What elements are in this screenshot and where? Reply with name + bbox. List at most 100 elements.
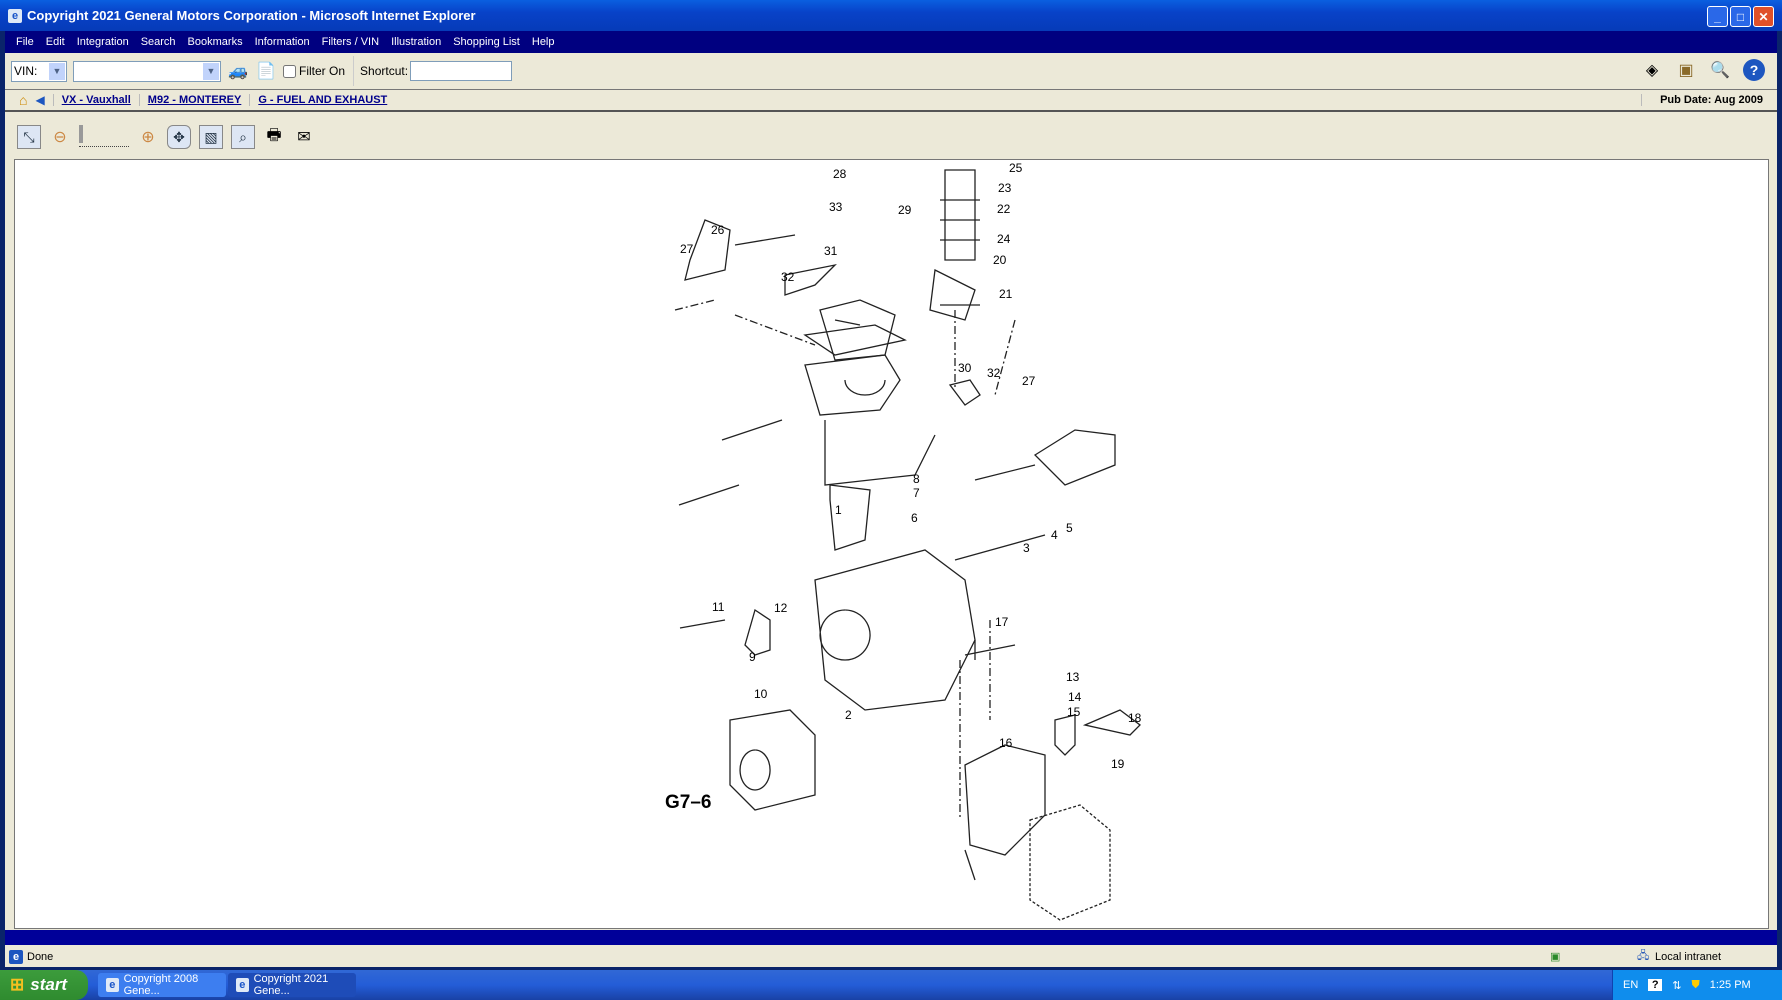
search-book-icon[interactable]: 🔍 — [1709, 59, 1731, 81]
menu-help[interactable]: Help — [532, 36, 555, 48]
menu-shopping-list[interactable]: Shopping List — [453, 36, 520, 48]
email-icon[interactable]: ✉ — [293, 126, 315, 148]
callout-4[interactable]: 4 — [1051, 528, 1058, 542]
callout-2[interactable]: 2 — [845, 708, 852, 722]
vehicle-icon[interactable]: 🚙 — [227, 60, 249, 82]
pan-icon[interactable]: ✥ — [167, 125, 191, 149]
callout-29[interactable]: 29 — [898, 203, 912, 217]
callout-27[interactable]: 27 — [680, 242, 694, 256]
callout-20[interactable]: 20 — [993, 253, 1007, 267]
callout-7[interactable]: 7 — [913, 486, 920, 500]
callout-15[interactable]: 15 — [1067, 705, 1081, 719]
illustration-view[interactable]: 28 25 23 22 24 33 29 26 27 31 32 20 21 30 32 27 8 7 6 1 3 4 5 1… — [14, 159, 1769, 929]
maximize-button[interactable]: □ — [1730, 6, 1751, 27]
clock: 1:25 PM — [1709, 979, 1751, 991]
vin-input[interactable]: ▼ — [73, 60, 221, 82]
title-bar: e Copyright 2021 General Motors Corporat… — [0, 0, 1782, 31]
diagram-parts — [674, 169, 1141, 921]
start-label: start — [30, 975, 68, 994]
document-icon[interactable]: 📄 — [255, 60, 277, 82]
callout-11[interactable]: 11 — [712, 600, 725, 614]
back-icon[interactable]: ◀ — [35, 93, 44, 107]
callout-27[interactable]: 27 — [1022, 374, 1036, 388]
callout-32[interactable]: 32 — [781, 270, 795, 284]
shortcut-label: Shortcut: — [360, 64, 409, 78]
breadcrumb-monterey[interactable]: M92 - MONTEREY — [138, 94, 241, 106]
shortcut-input[interactable] — [410, 61, 513, 81]
callout-17[interactable]: 17 — [995, 615, 1009, 629]
window-title: Copyright 2021 General Motors Corporatio… — [27, 8, 476, 23]
callout-16[interactable]: 16 — [999, 736, 1013, 750]
zoom-slider[interactable] — [79, 125, 129, 147]
zoom-area-icon[interactable]: ⌕ — [231, 125, 255, 149]
catalog-icon[interactable]: ◈ — [1641, 59, 1663, 81]
callout-10[interactable]: 10 — [754, 687, 768, 701]
network-icon[interactable]: ⇅ — [1672, 979, 1681, 992]
menu-integration[interactable]: Integration — [77, 36, 129, 48]
callout-21[interactable]: 21 — [999, 287, 1013, 301]
callout-31[interactable]: 31 — [824, 244, 838, 258]
print-icon[interactable]: 🖶 — [263, 126, 285, 148]
pub-date: Pub Date: Aug 2009 — [1641, 94, 1763, 106]
taskbar: ⊞ start e Copyright 2008 Gene... e Copyrigh… — [0, 970, 1782, 1000]
ie-page-icon: e — [9, 949, 23, 964]
breadcrumb: ⌂ ◀ VX - Vauxhall M92 - MONTEREY G - FUE… — [5, 90, 1777, 112]
callout-3[interactable]: 3 — [1023, 541, 1030, 555]
callout-18[interactable]: 18 — [1128, 711, 1142, 725]
callout-1[interactable]: 1 — [835, 503, 842, 517]
shield-icon[interactable]: ⛊ — [1692, 979, 1700, 992]
start-button[interactable]: ⊞ start — [0, 970, 88, 1000]
language-indicator[interactable]: EN — [1623, 979, 1638, 991]
filter-on-checkbox[interactable]: Filter On — [283, 56, 355, 86]
menu-illustration[interactable]: Illustration — [391, 36, 441, 48]
help-tray-icon[interactable]: ? — [1648, 979, 1663, 991]
breadcrumb-vauxhall[interactable]: VX - Vauxhall — [52, 94, 131, 106]
callout-9[interactable]: 9 — [749, 650, 756, 664]
task-button-2008[interactable]: e Copyright 2008 Gene... — [98, 973, 226, 997]
callout-8[interactable]: 8 — [913, 472, 920, 486]
filter-label: Filter On — [299, 64, 346, 78]
callout-26[interactable]: 26 — [711, 223, 725, 237]
callout-24[interactable]: 24 — [997, 232, 1011, 246]
callout-33[interactable]: 33 — [829, 200, 843, 214]
callout-14[interactable]: 14 — [1068, 690, 1082, 704]
callout-23[interactable]: 23 — [998, 181, 1012, 195]
callout-30[interactable]: 30 — [958, 361, 972, 375]
callout-28[interactable]: 28 — [833, 167, 847, 181]
callout-5[interactable]: 5 — [1066, 521, 1073, 535]
menu-edit[interactable]: Edit — [46, 36, 65, 48]
home-icon[interactable]: ⌂ — [19, 92, 27, 108]
illustration-toolbar: ⤡ ⊖ ⊕ ✥ ▧ ⌕ 🖶 ✉ — [5, 116, 1777, 158]
toolbar: VIN: ▼ ▼ 🚙 📄 Filter On Shortcut: ◈ ▣ 🔍 ? — [5, 53, 1777, 90]
help-icon[interactable]: ? — [1743, 59, 1765, 81]
status-text: Done — [27, 950, 54, 963]
task-label: Copyright 2021 Gene... — [253, 973, 329, 997]
menu-file[interactable]: File — [16, 36, 34, 48]
security-icon: ▣ — [1550, 951, 1561, 963]
task-label: Copyright 2008 Gene... — [123, 973, 199, 997]
menu-search[interactable]: Search — [141, 36, 176, 48]
expand-icon[interactable]: ⤡ — [17, 125, 41, 149]
fit-icon[interactable]: ▧ — [199, 125, 223, 149]
callout-22[interactable]: 22 — [997, 202, 1011, 216]
close-button[interactable]: ✕ — [1753, 6, 1774, 27]
callout-13[interactable]: 13 — [1066, 670, 1080, 684]
menu-filters-vin[interactable]: Filters / VIN — [322, 36, 379, 48]
notes-icon[interactable]: ▣ — [1675, 59, 1697, 81]
vin-type-select[interactable]: VIN: ▼ — [11, 60, 67, 82]
zoom-out-icon[interactable]: ⊖ — [49, 126, 71, 148]
menu-information[interactable]: Information — [255, 36, 310, 48]
callout-25[interactable]: 25 — [1009, 161, 1023, 175]
filter-checkbox[interactable] — [283, 64, 296, 78]
zoom-slider-handle[interactable] — [79, 125, 83, 143]
zoom-in-icon[interactable]: ⊕ — [137, 126, 159, 148]
minimize-button[interactable]: _ — [1707, 6, 1728, 27]
breadcrumb-fuel-exhaust[interactable]: G - FUEL AND EXHAUST — [249, 94, 387, 106]
callout-12[interactable]: 12 — [774, 601, 788, 615]
callout-19[interactable]: 19 — [1111, 757, 1125, 771]
callout-32[interactable]: 32 — [987, 366, 1001, 380]
vin-label: VIN: — [14, 64, 38, 78]
callout-6[interactable]: 6 — [911, 511, 918, 525]
menu-bookmarks[interactable]: Bookmarks — [188, 36, 243, 48]
task-button-2021[interactable]: e Copyright 2021 Gene... — [228, 973, 356, 997]
